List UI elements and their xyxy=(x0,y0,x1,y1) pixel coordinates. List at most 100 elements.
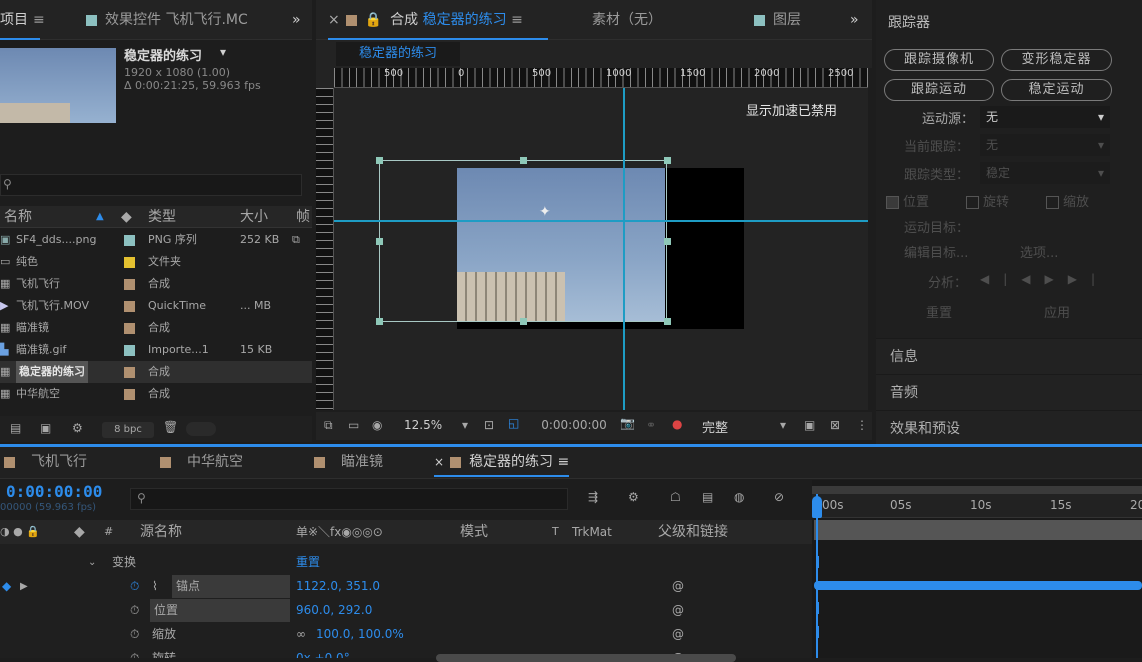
tab-timeline-comp[interactable]: 飞机飞行 xyxy=(4,447,87,477)
chevron-down-icon[interactable]: ▾ xyxy=(220,45,226,59)
keyframe-track[interactable] xyxy=(814,581,1142,590)
property-value[interactable]: 960.0, 292.0 xyxy=(296,599,372,622)
channel-icon[interactable]: ⚭ xyxy=(646,418,656,432)
draft-3d-icon[interactable]: ⚙ xyxy=(628,490,639,504)
time-ruler[interactable]: 00s 05s 10s 15s 20 xyxy=(812,494,1142,518)
link-icon[interactable]: @ xyxy=(672,575,684,598)
av-switch-icons[interactable]: ◑ ● 🔒 xyxy=(0,520,40,544)
comp-viewport[interactable]: 500 0 500 1000 1500 2000 2500 显示加速已禁用 ✦ xyxy=(316,68,868,410)
col-source-name[interactable]: 源名称 xyxy=(140,520,182,544)
constrain-proportions-icon[interactable]: ∞ xyxy=(296,623,306,646)
bpc-button[interactable]: 8 bpc xyxy=(102,422,154,438)
layer-handle[interactable] xyxy=(376,238,383,245)
tab-timeline-active[interactable]: × 稳定器的练习 ≡ xyxy=(434,447,570,477)
trash-icon[interactable]: 🗑 xyxy=(163,420,178,434)
list-item[interactable]: ▙ 瞄准镜.gif Importe...1 15 KB xyxy=(0,339,312,361)
chk-rotation[interactable]: 旋转 xyxy=(966,191,1009,210)
property-row[interactable]: ⏱ 位置 960.0, 292.0 @ xyxy=(0,599,812,622)
link-icon[interactable]: @ xyxy=(672,599,684,622)
tab-layer[interactable]: 图层 xyxy=(754,0,801,40)
tab-effects[interactable]: 效果控件 飞机飞行.MC xyxy=(86,0,266,40)
transform-row[interactable]: ⌄ 变换 重置 xyxy=(0,551,812,574)
chevron-down-icon[interactable]: ⌄ xyxy=(88,551,96,574)
col-trkmat[interactable]: TrkMat xyxy=(572,520,612,544)
track-type-select[interactable]: 稳定 ▾ xyxy=(980,162,1110,184)
project-menu-icon[interactable]: ≡ xyxy=(33,0,45,40)
lock-icon[interactable]: 🔒 xyxy=(365,12,382,28)
graph-icon[interactable]: ⌇ xyxy=(152,575,158,598)
overflow-icon[interactable]: » xyxy=(850,0,859,40)
label-tag-icon[interactable]: ◆ xyxy=(74,520,85,544)
chevron-right-icon[interactable]: ▶ xyxy=(20,575,28,598)
stopwatch-icon[interactable]: ⏱ xyxy=(130,647,139,658)
tab-timeline-comp[interactable]: 瞄准镜 xyxy=(314,447,383,477)
property-value[interactable]: 1122.0, 351.0 xyxy=(296,575,380,598)
layer-track-bar[interactable] xyxy=(814,520,1142,540)
tab-footage[interactable]: 素材（无） xyxy=(592,0,662,40)
chevron-down-icon[interactable]: ▾ xyxy=(462,418,468,432)
list-item-selected[interactable]: ▦ 稳定器的练习 合成 xyxy=(0,361,312,383)
list-item[interactable]: ▭ 纯色 文件夹 xyxy=(0,251,312,273)
tab-timeline-comp[interactable]: 中华航空 xyxy=(160,447,243,477)
layer-handle[interactable] xyxy=(664,318,671,325)
composition-mini-flowchart-icon[interactable]: ⇶ xyxy=(588,490,598,504)
col-extra[interactable]: 帧 xyxy=(296,206,310,228)
link-icon[interactable]: @ xyxy=(672,623,684,646)
viewer-timecode[interactable]: 0:00:00:00 xyxy=(536,418,612,432)
project-search-input[interactable]: ⚲ xyxy=(0,174,302,196)
new-folder-icon[interactable]: ▣ xyxy=(40,421,51,435)
list-item[interactable]: ▦ 瞄准镜 合成 xyxy=(0,317,312,339)
vr-icon[interactable]: ◉ xyxy=(372,418,382,432)
camera-icon[interactable]: 📷 xyxy=(620,416,635,430)
keyframe-nav-icon[interactable]: ◆ xyxy=(2,575,11,598)
track-motion-button[interactable]: 跟踪运动 xyxy=(884,79,994,101)
col-parent[interactable]: 父级和链接 xyxy=(658,520,728,544)
guide-horizontal[interactable] xyxy=(334,220,868,222)
property-value[interactable]: 100.0, 100.0% xyxy=(316,623,404,646)
interpret-footage-icon[interactable]: ▤ xyxy=(10,421,21,435)
roi-icon[interactable]: ◱ xyxy=(508,416,519,430)
col-size[interactable]: 大小 xyxy=(240,206,268,228)
grid-icon[interactable]: ⊠ xyxy=(830,418,840,432)
monitor-icon[interactable]: ▭ xyxy=(348,418,359,432)
zoom-select[interactable]: 12.5% xyxy=(404,418,442,432)
keyframe-marker[interactable] xyxy=(816,626,819,638)
comp-menu-icon[interactable]: ≡ xyxy=(511,12,523,28)
always-preview-icon[interactable]: ⧉ xyxy=(324,418,333,433)
col-name[interactable]: 名称 xyxy=(4,206,32,228)
chk-position[interactable]: 位置 xyxy=(886,191,929,210)
warp-stabilizer-button[interactable]: 变形稳定器 xyxy=(1001,49,1112,71)
keyframe-marker[interactable] xyxy=(816,602,819,614)
chk-scale[interactable]: 缩放 xyxy=(1046,191,1089,210)
overflow-icon[interactable]: » xyxy=(292,0,301,40)
audio-section[interactable]: 音频 xyxy=(876,374,1142,410)
col-mode[interactable]: 模式 xyxy=(460,520,488,544)
list-item[interactable]: ▶ 飞机飞行.MOV QuickTime ... MB xyxy=(0,295,312,317)
timeline-scrollbar[interactable] xyxy=(436,654,736,662)
list-item[interactable]: ▦ 飞机飞行 合成 xyxy=(0,273,312,295)
edit-target-button[interactable]: 编辑目标... xyxy=(904,242,968,261)
playhead-handle[interactable] xyxy=(812,496,822,518)
more-icon[interactable]: ⋮ xyxy=(856,418,868,432)
timeline-search-input[interactable]: ⚲ xyxy=(130,488,568,510)
shy-icon[interactable]: ☖ xyxy=(670,490,681,504)
layer-handle[interactable] xyxy=(520,157,527,164)
close-icon[interactable]: × xyxy=(434,455,444,469)
chevron-down-icon[interactable]: ▾ xyxy=(780,418,786,432)
transform-reset[interactable]: 重置 xyxy=(296,551,320,574)
property-row[interactable]: ◆ ▶ ⏱ ⌇ 锚点 1122.0, 351.0 @ xyxy=(0,575,812,598)
keyframe-marker[interactable] xyxy=(816,556,819,568)
stopwatch-icon[interactable]: ⏱ xyxy=(130,599,139,622)
layer-handle[interactable] xyxy=(664,238,671,245)
layer-handle[interactable] xyxy=(520,318,527,325)
color-channel-icon[interactable]: ● xyxy=(672,417,682,431)
reset-button[interactable]: 重置 xyxy=(926,302,952,321)
new-comp-icon[interactable]: ⚙ xyxy=(72,421,83,435)
motion-blur-icon[interactable]: ◍ xyxy=(734,490,744,504)
timeline-timecode[interactable]: 0:00:00:00 xyxy=(6,482,102,501)
work-area-bar[interactable] xyxy=(812,486,1142,494)
stopwatch-icon[interactable]: ⏱ xyxy=(130,575,139,598)
motion-source-select[interactable]: 无 ▾ xyxy=(980,106,1110,128)
layer-handle[interactable] xyxy=(664,157,671,164)
label-tag-icon[interactable]: ◆ xyxy=(121,206,132,228)
